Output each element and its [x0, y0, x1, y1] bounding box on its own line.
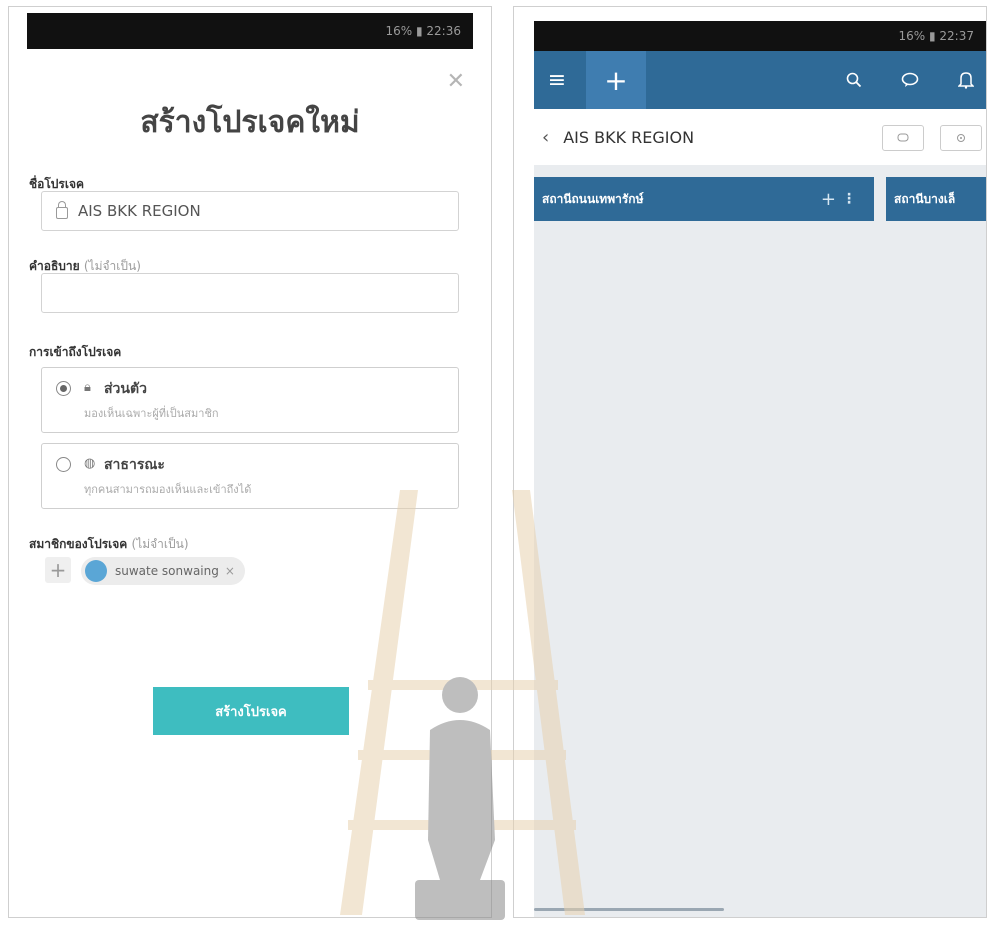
lock-icon [56, 201, 68, 219]
member-chip: suwate sonwaing × [81, 557, 245, 585]
description-label-text: คำอธิบาย [29, 259, 80, 273]
app-top-bar: ≡ + [534, 51, 986, 109]
back-icon[interactable]: ‹ [542, 127, 549, 148]
private-title: ส่วนตัว [104, 381, 147, 397]
create-project-button[interactable]: สร้างโปรเจค [153, 687, 349, 735]
private-desc: มองเห็นเฉพาะผู้ที่เป็นสมาชิก [84, 407, 219, 420]
comment-button[interactable] [882, 125, 924, 151]
description-optional-text: (ไม่จำเป็น) [83, 259, 141, 273]
create-project-screen: 16% ▮ 22:36 ✕ สร้างโปรเจคใหม่ ชื่อโปรเจค… [8, 6, 492, 918]
globe-icon: ◍ [84, 456, 96, 471]
project-header: ‹ AIS BKK REGION [534, 115, 986, 159]
kanban-board: สถานีถนนเทพารักษ์ + ⋮ สถานีบางเล็ [534, 165, 986, 917]
close-icon[interactable]: ✕ [447, 69, 465, 94]
project-name-value: AIS BKK REGION [78, 202, 201, 220]
public-radio[interactable] [56, 457, 71, 472]
status-text: 16% ▮ 22:37 [898, 29, 975, 43]
members-label-text: สมาชิกของโปรเจค [29, 537, 128, 551]
member-name: suwate sonwaing [115, 564, 219, 578]
lane-title: สถานีบางเล็ [894, 191, 956, 206]
description-field[interactable] [41, 273, 459, 313]
members-optional-text: (ไม่จำเป็น) [131, 537, 189, 551]
status-text: 16% ▮ 22:36 [385, 24, 462, 38]
private-radio[interactable] [56, 381, 71, 396]
project-name-label-text: ชื่อโปรเจค [29, 177, 85, 191]
settings-button[interactable] [940, 125, 982, 151]
project-title: AIS BKK REGION [563, 127, 695, 147]
menu-icon[interactable]: ≡ [534, 51, 580, 109]
add-card-icon[interactable]: + [821, 189, 836, 210]
project-name-field[interactable]: AIS BKK REGION [41, 191, 459, 231]
members-label: สมาชิกของโปรเจค (ไม่จำเป็น) [29, 535, 189, 554]
project-board-screen: 16% ▮ 22:37 ≡ + ‹ AIS BKK REGION สถานีถน… [513, 6, 987, 918]
add-icon[interactable]: + [586, 51, 646, 109]
public-desc: ทุกคนสามารถมองเห็นและเข้าถึงได้ [84, 483, 252, 496]
modal-title: สร้างโปรเจคใหม่ [140, 105, 360, 140]
lock-icon: 🔒︎ [84, 380, 91, 395]
avatar [85, 560, 107, 582]
search-icon[interactable] [834, 51, 874, 109]
bell-icon[interactable] [946, 51, 986, 109]
lane-header[interactable]: สถานีถนนเทพารักษ์ + ⋮ [534, 177, 874, 221]
access-option-public[interactable]: ◍ สาธารณะ ทุกคนสามารถมองเห็นและเข้าถึงได… [41, 443, 459, 509]
lane-header[interactable]: สถานีบางเล็ [886, 177, 986, 221]
access-option-private[interactable]: 🔒︎ ส่วนตัว มองเห็นเฉพาะผู้ที่เป็นสมาชิก [41, 367, 459, 433]
remove-member-icon[interactable]: × [225, 564, 235, 578]
add-member-button[interactable]: + [45, 557, 71, 583]
horizontal-scrollbar[interactable] [534, 908, 724, 911]
public-title: สาธารณะ [104, 457, 165, 473]
lane-title: สถานีถนนเทพารักษ์ [542, 191, 644, 206]
more-options-icon[interactable]: ⋮ [842, 191, 856, 207]
access-label-text: การเข้าถึงโปรเจค [29, 345, 122, 359]
access-label: การเข้าถึงโปรเจค [29, 343, 121, 362]
chat-icon[interactable] [890, 51, 930, 109]
status-bar: 16% ▮ 22:36 [27, 13, 473, 49]
status-bar: 16% ▮ 22:37 [534, 21, 986, 51]
